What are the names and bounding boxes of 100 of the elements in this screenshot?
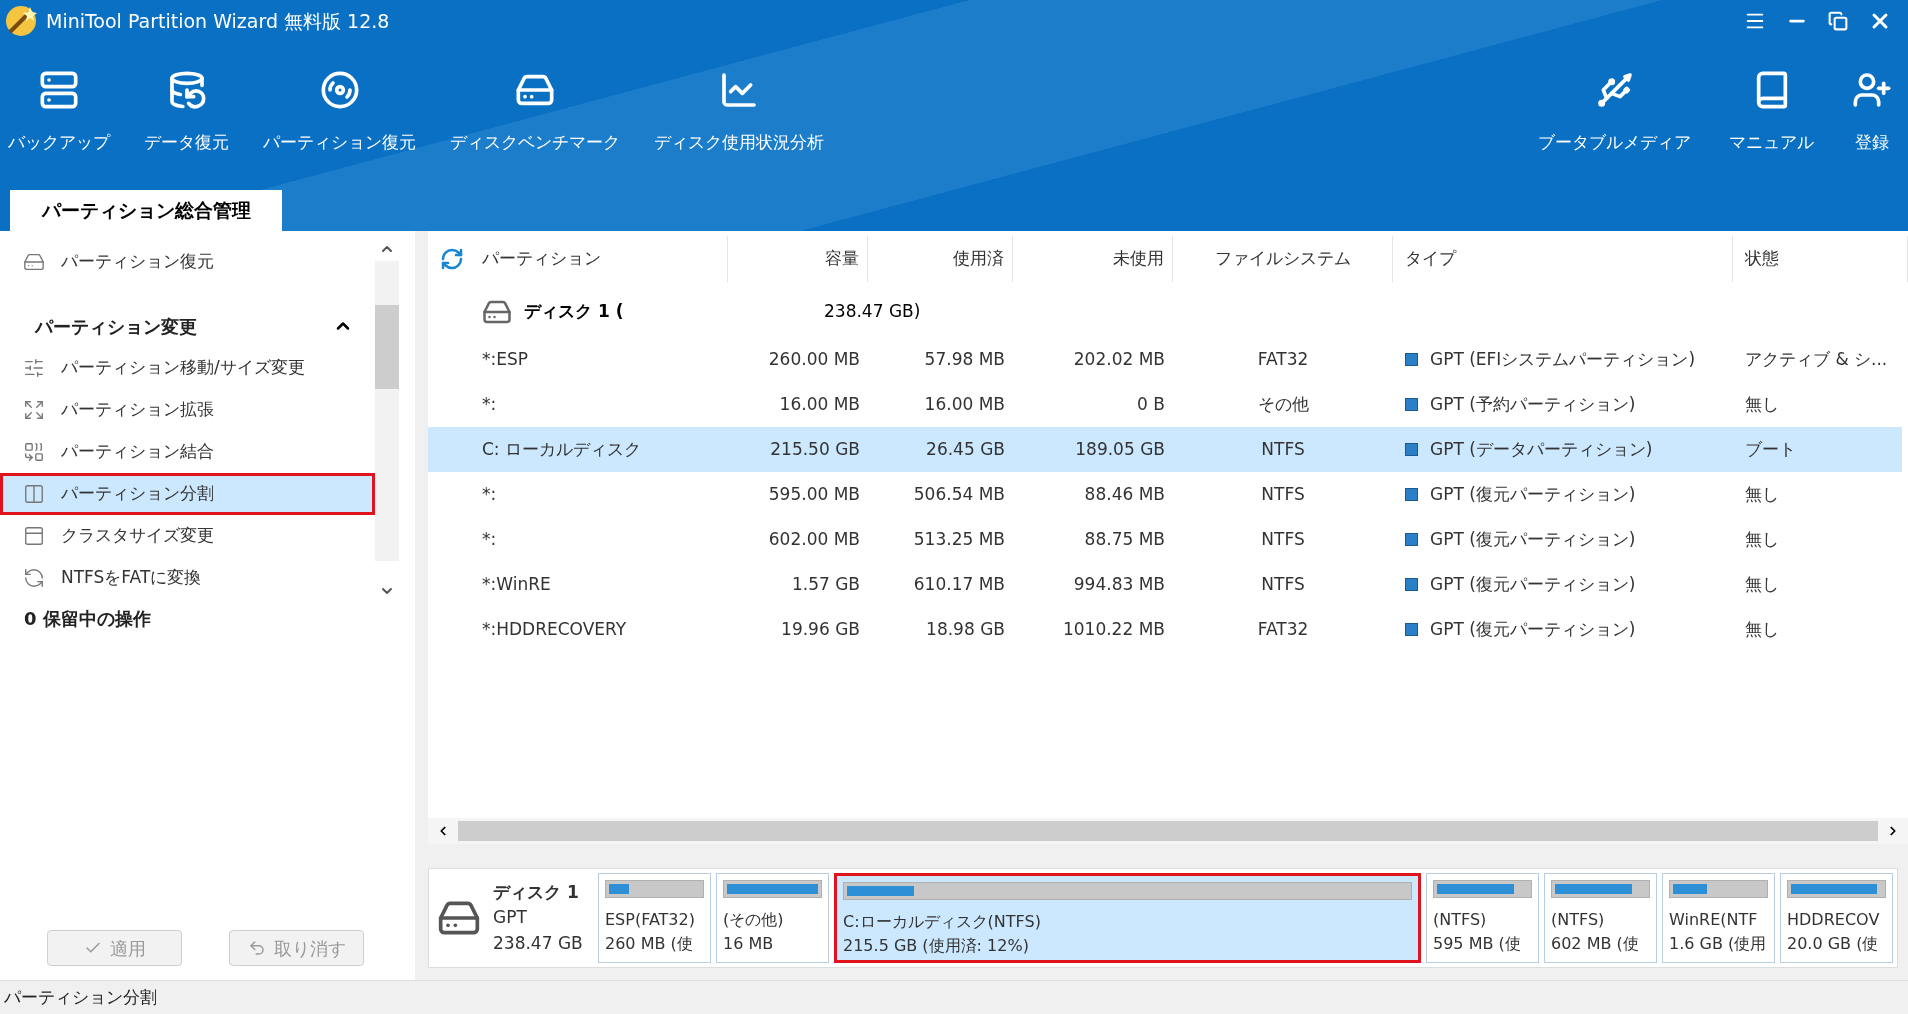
table-cell-text: C: ローカルディスク	[481, 437, 642, 461]
chart-icon	[719, 70, 759, 110]
table-cell-text: NTFS	[1260, 437, 1306, 461]
toolbar-button[interactable]: マニュアル	[1721, 70, 1822, 156]
partition-label: (その他)	[723, 909, 785, 931]
table-cell-text: FAT32	[1256, 347, 1310, 371]
server-icon	[39, 70, 79, 110]
merge-icon	[23, 441, 45, 463]
partition-block[interactable]: (NTFS) 595 MB (使	[1426, 873, 1539, 963]
column-header[interactable]: タイプ	[1393, 236, 1733, 282]
table-cell-text: 189.05 GB	[1074, 437, 1166, 461]
disk-size: 238.47 GB	[493, 931, 583, 955]
window-title: MiniTool Partition Wizard 無料版 12.8	[46, 8, 390, 34]
partition-label: (NTFS)	[1551, 909, 1606, 931]
table-cell-text: *:ESP	[481, 347, 529, 371]
table-cell-text: 無し	[1744, 392, 1780, 416]
scrollbar-thumb[interactable]	[458, 821, 1878, 841]
table-cell-text: 260.00 MB	[767, 347, 861, 371]
table-cell-text: ブート	[1744, 437, 1797, 461]
table-cell-text: 無し	[1744, 482, 1780, 506]
pending-operations: 0 保留中の操作	[23, 607, 152, 631]
sidebar-item[interactable]: パーティション拡張	[0, 389, 375, 431]
table-cell: GPT (復元パーティション)	[1393, 526, 1733, 553]
table-cell-text: 無し	[1744, 527, 1780, 551]
expand-icon	[23, 399, 45, 421]
table-cell-text: *:	[481, 392, 498, 416]
sidebar-item[interactable]: NTFSをFATに変換	[0, 557, 375, 599]
table-cell-text: NTFS	[1260, 482, 1306, 506]
partition-block[interactable]: (NTFS) 602 MB (使	[1544, 873, 1657, 963]
sidebar-item[interactable]: クラスタサイズ変更	[0, 515, 375, 557]
toolbar-button[interactable]: バックアップ	[0, 70, 118, 156]
table-cell-text: アクティブ & シ...	[1744, 347, 1889, 371]
table-row[interactable]: C: ローカルディスク 215.50 GB 26.45 GB 189.05 GB NTFS GPT (データパーティション) ブート	[428, 427, 1902, 472]
column-header[interactable]: ファイルシステム	[1173, 236, 1393, 282]
sliders-icon	[23, 357, 45, 379]
disk-scheme: GPT	[493, 906, 528, 930]
table-cell-text: 994.83 MB	[1072, 572, 1166, 596]
table-cell-text: 1.57 GB	[790, 572, 861, 596]
scrollbar-thumb[interactable]	[375, 305, 399, 389]
toolbar-button[interactable]: ブータブルメディア	[1530, 70, 1699, 156]
partition-label: (NTFS)	[1433, 909, 1488, 931]
tab[interactable]: パーティション総合管理	[10, 190, 282, 231]
type-square-icon	[1405, 443, 1418, 456]
toolbar-button[interactable]: 登録	[1844, 70, 1900, 156]
toolbar-button[interactable]: パーティション復元	[255, 70, 424, 156]
toolbar-button[interactable]: ディスク使用状況分析	[646, 70, 832, 156]
table-cell: GPT (データパーティション)	[1393, 436, 1733, 463]
partition-size: 16 MB	[723, 933, 775, 955]
partition-label: HDDRECOV	[1787, 909, 1881, 931]
column-header[interactable]: 状態	[1733, 236, 1908, 282]
table-cell: GPT (復元パーティション)	[1393, 481, 1733, 508]
partition-size: 595 MB (使	[1433, 933, 1522, 955]
sidebar-item[interactable]: パーティション移動/サイズ変更	[0, 347, 375, 389]
table-cell-text: *:	[481, 482, 498, 506]
partition-block[interactable]: (その他) 16 MB	[716, 873, 829, 963]
column-header[interactable]: パーティション	[428, 236, 728, 282]
toolbar-button[interactable]: データ復元	[136, 70, 237, 156]
table-cell-text: 513.25 MB	[912, 527, 1006, 551]
disc-icon	[319, 70, 360, 110]
column-header[interactable]: 使用済	[868, 236, 1013, 282]
partition-size: 20.0 GB (使	[1787, 933, 1880, 955]
column-header[interactable]: 容量	[728, 236, 868, 282]
restore-icon[interactable]	[1828, 11, 1848, 31]
partition-block[interactable]: WinRE(NTF 1.6 GB (使用	[1662, 873, 1775, 963]
table-cell: GPT (復元パーティション)	[1393, 616, 1733, 643]
partition-label: ESP(FAT32)	[605, 909, 696, 931]
partition-block[interactable]: HDDRECOV 20.0 GB (使	[1780, 873, 1893, 963]
user-plus-icon	[1852, 70, 1892, 110]
table-cell-text: 無し	[1744, 572, 1780, 596]
table-cell-text: 無し	[1744, 617, 1780, 641]
sidebar-item[interactable]: パーティション結合	[0, 431, 375, 473]
table-cell-text: *:WinRE	[481, 572, 552, 596]
type-square-icon	[1405, 533, 1418, 546]
partition-size: 215.5 GB (使用済: 12%)	[843, 935, 1030, 957]
type-square-icon	[1405, 353, 1418, 366]
partition-block[interactable]: C:ローカルディスク(NTFS) 215.5 GB (使用済: 12%)	[834, 873, 1421, 963]
disk-name: ディスク 1 (	[524, 300, 625, 324]
split-icon	[23, 483, 45, 505]
disk-size: 238.47 GB)	[824, 300, 921, 324]
partition-size: 1.6 GB (使用	[1669, 933, 1768, 955]
table-cell-text: 215.50 GB	[769, 437, 861, 461]
table-cell-text: 18.98 GB	[925, 617, 1006, 641]
hard-drive-icon	[23, 251, 45, 273]
undo-icon	[247, 939, 266, 957]
table-cell-text: 1010.22 MB	[1061, 617, 1166, 641]
toolbar-button[interactable]: ディスクベンチマーク	[442, 70, 628, 156]
wand-logo-icon	[4, 4, 38, 38]
table-cell-text: *:	[481, 527, 498, 551]
table-cell-text: 16.00 MB	[778, 392, 861, 416]
table-cell-text: 202.02 MB	[1072, 347, 1166, 371]
column-header[interactable]: 未使用	[1013, 236, 1173, 282]
table-cell-text: 57.98 MB	[923, 347, 1006, 371]
sidebar-item[interactable]: パーティション分割	[0, 473, 375, 515]
table-cell-text: 16.00 MB	[923, 392, 1006, 416]
refresh-icon[interactable]	[440, 247, 464, 271]
sidebar-item[interactable]: パーティション復元	[0, 241, 375, 283]
partition-label: C:ローカルディスク(NTFS)	[843, 911, 1042, 933]
type-square-icon	[1405, 398, 1418, 411]
partition-block[interactable]: ESP(FAT32) 260 MB (使	[598, 873, 711, 963]
section-heading: パーティション変更	[35, 314, 197, 339]
